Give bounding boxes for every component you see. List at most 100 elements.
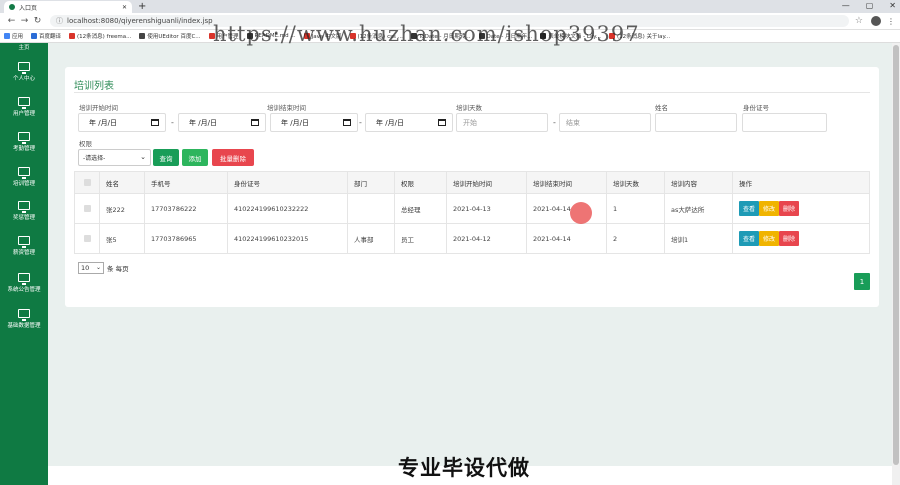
col-header: 操作 [732,171,870,194]
table-cell-role: 员工 [394,223,447,254]
monitor-icon [18,62,30,74]
browser-menu-icon[interactable]: ⋮ [887,17,895,26]
account-avatar-icon[interactable] [871,16,881,26]
calendar-icon[interactable] [438,119,446,126]
sidebar-item[interactable]: 个人中心 [0,62,48,82]
edit-button[interactable]: 修改 [759,201,780,216]
sidebar-item[interactable]: 培训管理 [0,167,48,187]
name-input[interactable] [655,113,737,132]
bookmark-favicon-icon [349,33,356,39]
id-number-input[interactable] [742,113,827,132]
days-to-input[interactable]: 结束 [559,113,651,132]
page-scrollbar[interactable] [892,43,900,485]
bookmark-label: (12条消息) 关于lay... [617,34,671,40]
site-info-icon[interactable]: ⓘ [56,16,63,26]
calendar-icon[interactable] [343,119,351,126]
monitor-icon [18,97,30,109]
bookmark-label: 使用UEditor 百度C... [147,34,201,40]
id-number-label: 身份证号 [743,104,769,112]
actions-cell: 查看 修改 删除 [732,223,870,254]
sidebar-item[interactable]: 薪资管理 [0,236,48,256]
select-all-checkbox[interactable] [84,179,91,186]
delete-button[interactable]: 删除 [779,231,800,246]
table-cell-content: as大萨达所 [664,193,733,224]
role-select[interactable]: -请选择- ⌄ [78,149,151,166]
bookmark-item[interactable]: Date - 月日期年... [478,32,532,40]
maximize-icon[interactable]: ▢ [866,0,874,12]
close-tab-icon[interactable]: ✕ [122,4,127,11]
row-checkbox[interactable] [84,235,91,242]
calendar-icon[interactable] [151,119,159,126]
edit-button[interactable]: 修改 [759,231,780,246]
pagination-page-button[interactable]: 1 [854,273,870,290]
select-all-header[interactable] [74,171,100,194]
search-button[interactable]: 查询 [153,149,179,166]
scrollbar-thumb[interactable] [893,45,899,465]
bookmark-item[interactable]: ToDate - 月日期转... [410,32,471,40]
end-time-from-input[interactable]: 年 /月/日 [270,113,358,132]
bookmark-star-icon[interactable]: ☆ [855,16,863,26]
days-from-input[interactable]: 开始 [456,113,548,132]
monitor-icon [18,273,30,285]
role-select-value: -请选择- [83,155,106,162]
start-time-to-input[interactable]: 年 /月/日 [178,113,266,132]
calendar-icon[interactable] [251,119,259,126]
bookmark-item[interactable]: 百度翻译 [31,32,61,40]
sidebar-item-label: 奖惩管理 [12,215,35,221]
table-cell-start: 2021-04-13 [446,193,527,224]
view-button[interactable]: 查看 [739,231,760,246]
bookmark-label: 应用 [12,34,24,40]
add-button[interactable]: 添加 [182,149,208,166]
monitor-icon [18,309,30,321]
table-cell-dept [347,193,395,224]
bookmark-item[interactable]: 使用UEditor 百度C... [139,32,201,40]
per-page-value: 10 [81,264,90,272]
sidebar-item[interactable]: 基础数据管理 [0,309,48,329]
monitor-icon [18,201,30,213]
row-checkbox[interactable] [84,205,91,212]
sidebar-item-label: 用户管理 [12,111,35,117]
view-button[interactable]: 查看 [739,201,760,216]
sidebar-item-label: 培训管理 [12,181,35,187]
minimize-icon[interactable]: — [842,0,850,12]
bookmark-favicon-icon [4,33,10,39]
row-select-cell[interactable] [74,193,100,224]
date-placeholder: 年 /月/日 [281,118,309,127]
table-cell-end: 2021-04-14 [526,193,607,224]
new-tab-icon[interactable]: + [138,1,146,13]
sidebar-item[interactable]: 系统公告管理 [0,273,48,293]
forward-icon[interactable]: → [18,16,31,26]
bookmark-item[interactable]: (12条消息) css ... [349,32,403,40]
window-close-icon[interactable]: ✕ [889,0,896,12]
back-icon[interactable]: ← [5,16,18,26]
end-time-to-input[interactable]: 年 /月/日 [365,113,453,132]
batch-delete-button[interactable]: 批量删除 [212,149,254,166]
col-header: 培训结束时间 [526,171,607,194]
table-cell-id: 410224199610232015 [227,223,348,254]
bookmark-favicon-icon [208,33,215,39]
sidebar-item[interactable]: 用户管理 [0,97,48,117]
bookmark-item[interactable]: README.md ... [246,33,296,39]
date-placeholder: 年 /月/日 [376,118,404,127]
bookmark-item[interactable]: 应用 [4,32,23,40]
sidebar-item[interactable]: 奖惩管理 [0,201,48,221]
per-page-select[interactable]: 10 ⌄ [78,262,104,274]
row-select-cell[interactable] [74,223,100,254]
reload-icon[interactable]: ↻ [31,16,44,26]
table-cell-dept: 人事部 [347,223,395,254]
bookmark-item[interactable]: 用户管理 [208,32,239,40]
bookmark-item[interactable]: (12条消息) 关于lay... [609,32,670,40]
sidebar-item[interactable]: 考勤管理 [0,132,48,152]
monitor-icon [18,236,30,248]
table-cell-role: 总经理 [394,193,447,224]
start-time-from-input[interactable]: 年 /月/日 [78,113,166,132]
delete-button[interactable]: 删除 [779,201,800,216]
url-field[interactable]: ⓘ localhost:8080/qiyerenshiguanli/index.… [50,15,849,27]
sidebar-top-label[interactable]: 主页 [0,43,48,51]
bookmark-item[interactable]: (12条消息) freema... [69,32,131,40]
monitor-icon [18,167,30,179]
browser-tab[interactable]: 入口页 ✕ [4,1,132,13]
bookmark-item[interactable]: Java 中文版 [303,32,342,40]
bookmark-item[interactable]: 表单模块文档 - Lay... [540,32,601,40]
role-label: 权限 [79,140,92,148]
